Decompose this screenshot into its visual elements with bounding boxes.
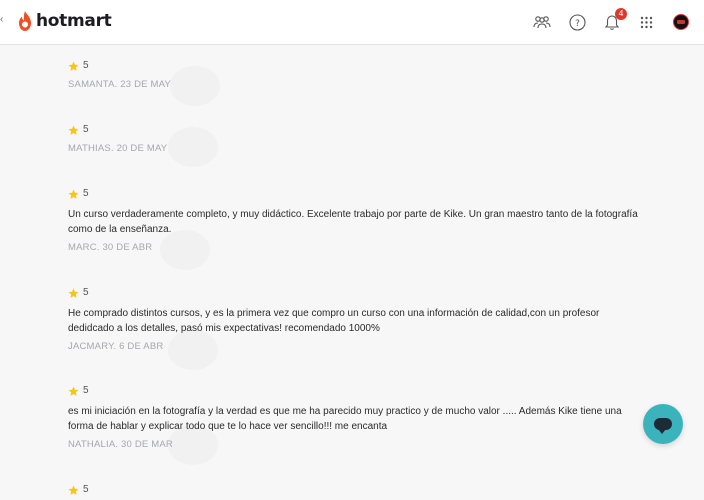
- star-icon: [68, 386, 79, 396]
- review-author-date: NATHALIA. 30 DE MAR: [68, 439, 173, 450]
- review-item: 5: [68, 484, 648, 496]
- chat-button[interactable]: [643, 404, 683, 444]
- top-bar: ‹ hotmart ? 4: [0, 0, 704, 45]
- profile-button[interactable]: [671, 12, 691, 32]
- rating-value: 5: [83, 484, 89, 495]
- notifications-button[interactable]: 4: [602, 8, 627, 32]
- review-rating: 5: [68, 484, 648, 496]
- apps-grid-icon: [640, 16, 652, 28]
- star-icon: [68, 61, 79, 71]
- community-button[interactable]: [532, 12, 552, 32]
- star-icon: [68, 485, 79, 495]
- star-icon: [68, 288, 79, 298]
- brand-name: hotmart: [36, 11, 112, 31]
- review-comment: Un curso verdaderamente completo, y muy …: [68, 209, 638, 235]
- chat-icon: [654, 418, 672, 434]
- review-rating: 5: [68, 188, 648, 200]
- community-icon: [533, 16, 551, 29]
- star-icon: [68, 189, 79, 199]
- review-item: 5 es mi iniciación en la fotografía y la…: [68, 385, 648, 451]
- review-item: 5 He comprado distintos cursos, y es la …: [68, 287, 648, 353]
- avatar-mark: [677, 20, 685, 24]
- rating-value: 5: [83, 60, 89, 71]
- review-comment: He comprado distintos cursos, y es la pr…: [68, 308, 600, 334]
- help-button[interactable]: ?: [567, 12, 587, 32]
- review-rating: 5: [68, 60, 648, 72]
- review-item: 5 SAMANTA. 23 DE MAY: [68, 60, 648, 91]
- review-author-date: SAMANTA. 23 DE MAY: [68, 79, 172, 90]
- flame-icon: [19, 11, 31, 31]
- review-rating: 5: [68, 124, 648, 136]
- help-icon: ?: [568, 13, 586, 31]
- review-comment: es mi iniciación en la fotografía y la v…: [68, 406, 622, 432]
- rating-value: 5: [83, 124, 89, 135]
- review-author-date: JACMARY. 6 DE ABR: [68, 341, 164, 352]
- review-author-date: MARC. 30 DE ABR: [68, 242, 153, 253]
- review-item: 5 Un curso verdaderamente completo, y mu…: [68, 188, 648, 254]
- rating-value: 5: [83, 188, 89, 199]
- review-rating: 5: [68, 385, 648, 397]
- review-rating: 5: [68, 287, 648, 299]
- star-icon: [68, 125, 79, 135]
- review-author-date: MATHIAS. 20 DE MAY: [68, 143, 168, 154]
- review-item: 5 MATHIAS. 20 DE MAY: [68, 124, 648, 155]
- svg-text:?: ?: [575, 19, 580, 29]
- apps-button[interactable]: [636, 12, 656, 32]
- rating-value: 5: [83, 385, 89, 396]
- notification-badge: 4: [615, 8, 627, 20]
- rating-value: 5: [83, 287, 89, 298]
- hotmart-logo[interactable]: hotmart: [17, 10, 112, 32]
- avatar: [673, 14, 689, 30]
- back-caret-icon[interactable]: ‹: [0, 15, 4, 25]
